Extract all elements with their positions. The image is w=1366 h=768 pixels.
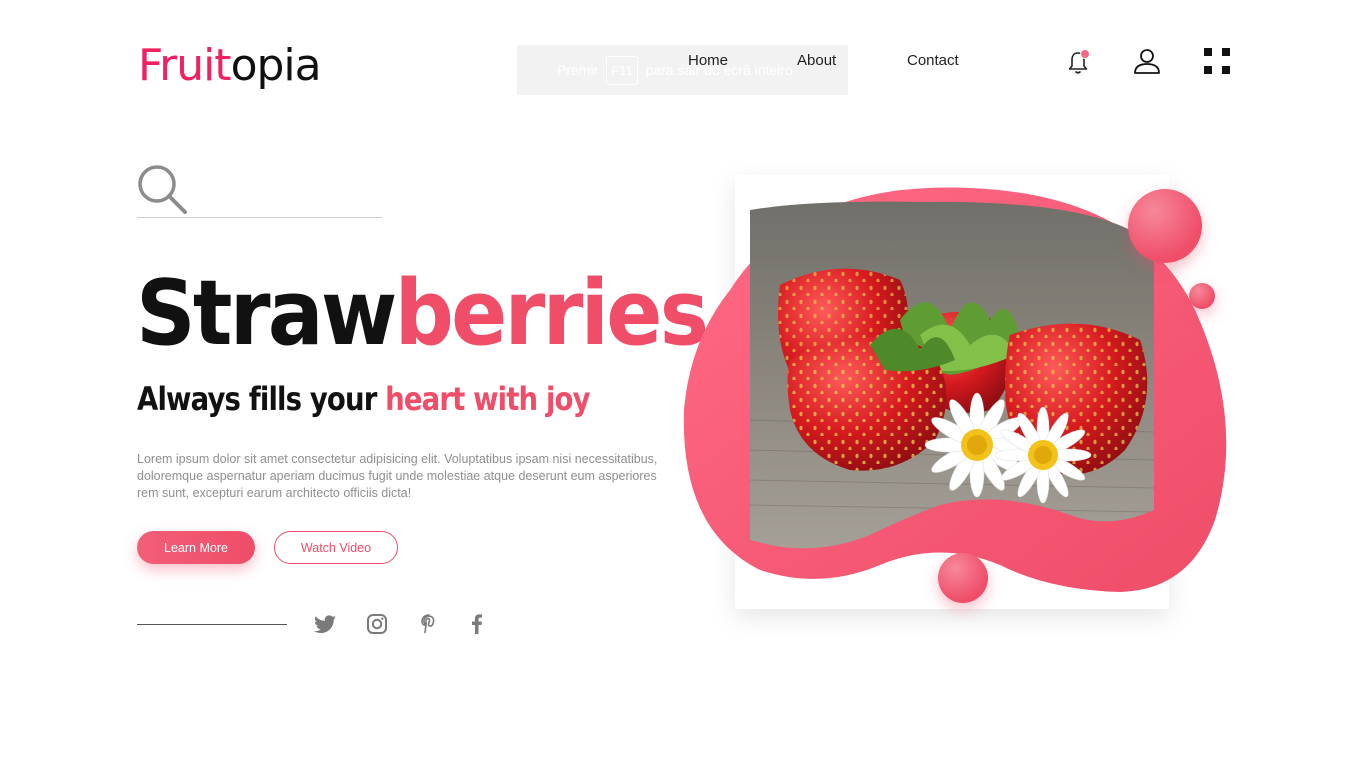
toast-key: F11 bbox=[606, 55, 638, 85]
logo[interactable]: Fruitopia bbox=[138, 38, 322, 94]
hero-subtitle: Always fills your heart with joy bbox=[137, 378, 591, 420]
hero-title: Strawberries bbox=[136, 261, 709, 366]
decor-circle-small bbox=[1189, 283, 1215, 309]
menu-grid-icon[interactable] bbox=[1204, 48, 1230, 74]
toast-prefix: Premir bbox=[557, 62, 599, 78]
logo-part-2: opia bbox=[230, 40, 322, 91]
hero-title-dark: Straw bbox=[136, 261, 397, 366]
search-input[interactable] bbox=[192, 172, 380, 210]
decor-circle-bottom bbox=[938, 553, 988, 603]
twitter-icon[interactable] bbox=[313, 612, 337, 636]
logo-part-1: Fruit bbox=[138, 40, 232, 91]
subtitle-pink: heart with joy bbox=[385, 380, 590, 418]
facebook-icon[interactable] bbox=[465, 612, 489, 636]
subtitle-dark: Always fills your bbox=[137, 380, 386, 418]
user-icon[interactable] bbox=[1133, 47, 1161, 75]
search-underline bbox=[137, 217, 382, 218]
watch-video-button[interactable]: Watch Video bbox=[274, 531, 398, 564]
nav-contact[interactable]: Contact bbox=[907, 52, 959, 69]
search-icon[interactable] bbox=[136, 163, 188, 215]
learn-more-button[interactable]: Learn More bbox=[137, 531, 255, 564]
hero-title-pink: berries bbox=[394, 261, 709, 366]
social-divider bbox=[137, 624, 287, 625]
hero-description: Lorem ipsum dolor sit amet consectetur a… bbox=[137, 452, 658, 500]
nav-home[interactable]: Home bbox=[688, 52, 728, 69]
decor-circle-large bbox=[1128, 189, 1202, 263]
nav-about[interactable]: About bbox=[797, 52, 836, 69]
pinterest-icon[interactable] bbox=[417, 612, 441, 636]
notification-badge bbox=[1080, 49, 1090, 59]
instagram-icon[interactable] bbox=[365, 612, 389, 636]
